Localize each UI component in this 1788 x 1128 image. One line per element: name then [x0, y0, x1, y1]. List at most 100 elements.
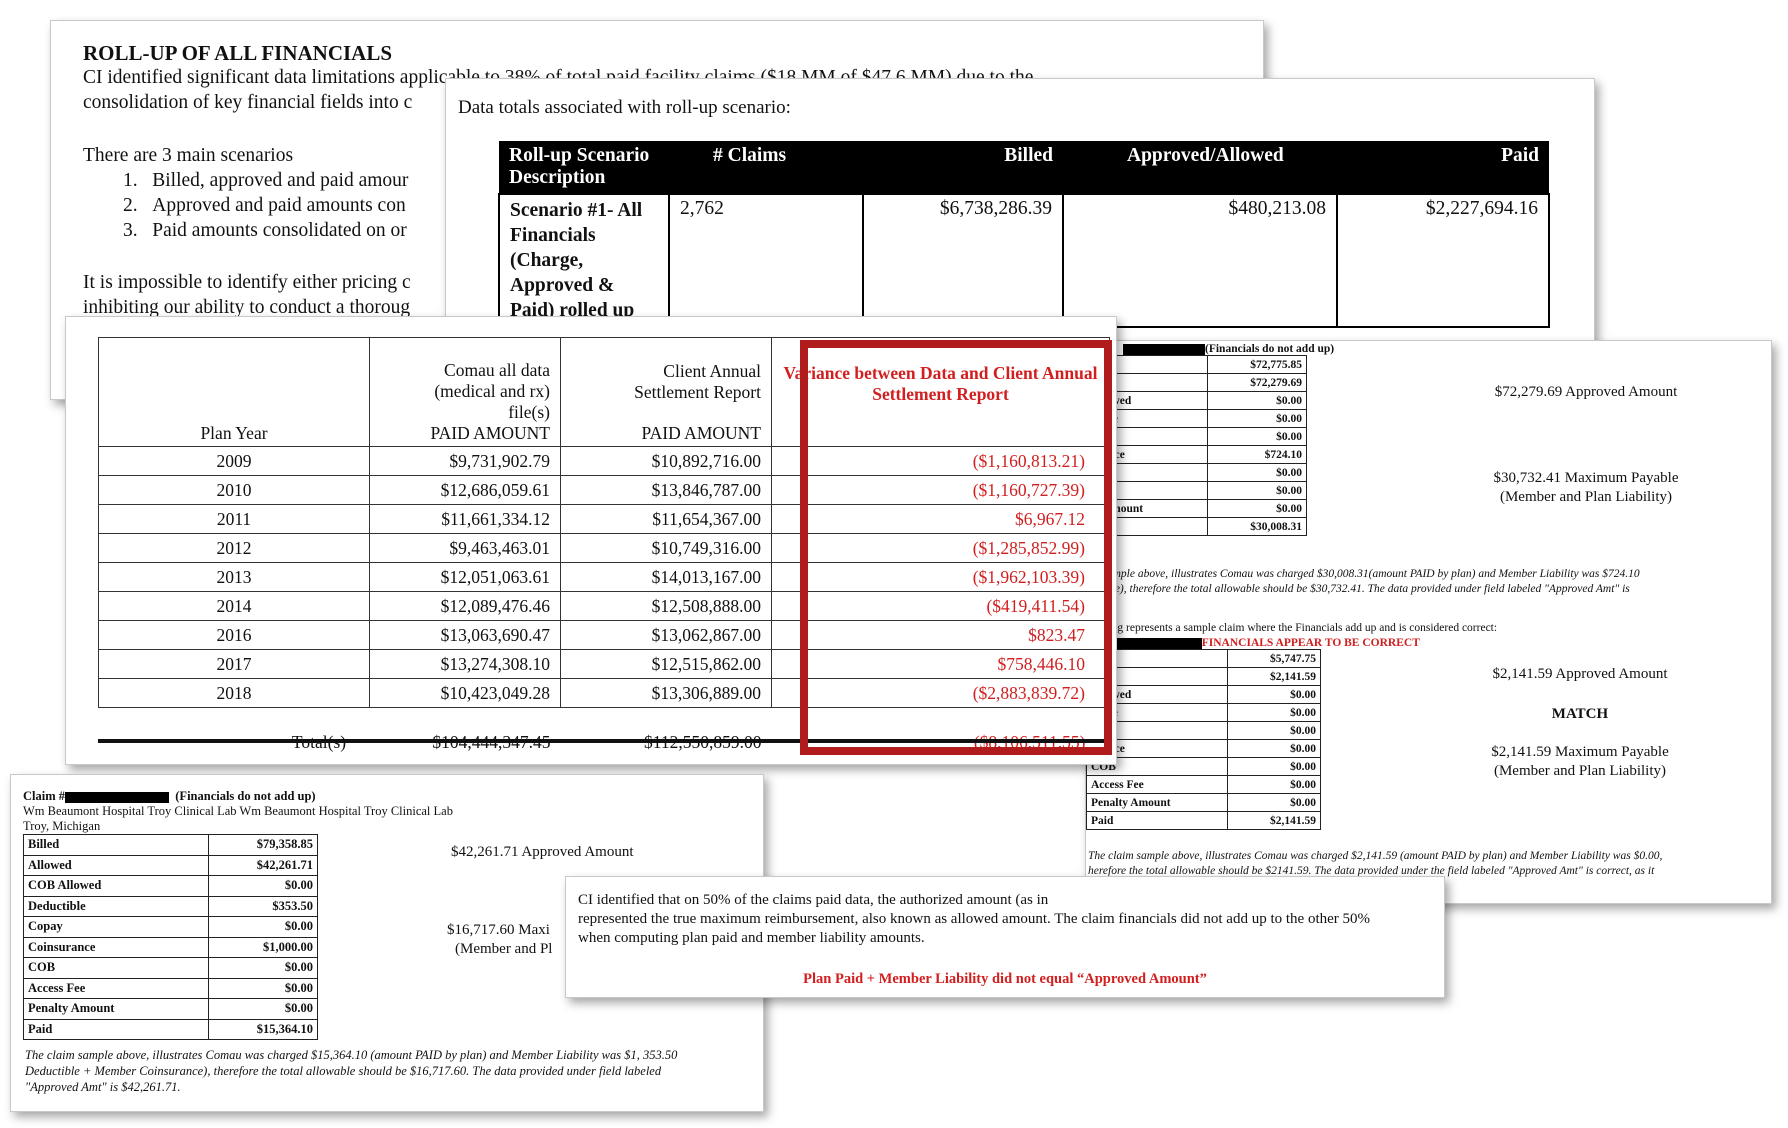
- claim-note: The claim sample above, illustrates Coma…: [25, 1047, 677, 1095]
- claim-field-label: Penalty Amount: [23, 998, 209, 1020]
- claim-field-label: COB: [23, 957, 209, 979]
- claim-row: Coinsurance $1,000.00: [23, 936, 318, 958]
- plan-year-cell: 2012: [98, 533, 370, 563]
- note-line: The claim sample above, illustrates Coma…: [25, 1048, 678, 1062]
- plan-year-cell: 2009: [98, 446, 370, 476]
- note-line: im sample above, illustrates Comau was c…: [1088, 568, 1640, 580]
- variance-highlight-box: [800, 340, 1112, 755]
- claim-row: ed$72,279.69: [1086, 373, 1307, 392]
- client-paid-cell: $11,654,367.00: [560, 504, 772, 534]
- claim-field-label: Access Fee: [23, 977, 209, 999]
- claim-field-value: $0.00: [208, 916, 318, 938]
- claim-field-label: Access Fee: [1086, 775, 1228, 794]
- claim-field-label: Penalty Amount: [1086, 793, 1228, 812]
- claim-field-value: $0.00: [1227, 793, 1321, 812]
- table-row: Scenario #1- All Financials (Charge, App…: [498, 193, 1550, 328]
- claim-row: Penalty Amount $0.00: [23, 998, 318, 1020]
- body-line: CI identified that on 50% of the claims …: [578, 892, 1049, 908]
- correct-title: FINANCIALS APPEAR TO BE CORRECT: [1201, 637, 1420, 649]
- claim-field-value: $30,008.31: [1207, 517, 1307, 536]
- claim-field-value: $0.00: [1227, 703, 1321, 722]
- claim-field-value: $2,141.59: [1227, 667, 1321, 686]
- rollup-totals-table: Roll-up Scenario Description # Claims Bi…: [498, 141, 1550, 328]
- note-line: "Approved Amt" is $42,261.71.: [25, 1080, 181, 1094]
- claim-field-value: $0.00: [1207, 499, 1307, 518]
- annotation-line: (Member and Pl: [455, 941, 553, 957]
- claim-note: im sample above, illustrates Comau was c…: [1088, 567, 1768, 612]
- plan-year-cell: 2014: [98, 591, 370, 621]
- provider-line: Wm Beaumont Hospital Troy Clinical Lab W…: [23, 804, 453, 818]
- plan-year-cell: 2011: [98, 504, 370, 534]
- claim-table-bottom: #FINANCIALS APPEAR TO BE CORRECT $5,747.…: [1086, 637, 1420, 830]
- claim-row: $0.00: [1086, 463, 1307, 482]
- doc-heading: ROLL-UP OF ALL FINANCIALS: [83, 41, 393, 65]
- claim-row: Billed $79,358.85: [23, 834, 318, 856]
- column-header: Roll-up Scenario Description: [499, 141, 669, 194]
- claim-field-value: $0.00: [1227, 685, 1321, 704]
- claim-field-label: Coinsurance: [23, 936, 209, 958]
- claim-field-label: Copay: [23, 916, 209, 938]
- table-intro: Data totals associated with roll-up scen…: [458, 97, 791, 118]
- claim-row: Allowed$0.00: [1086, 391, 1307, 410]
- claim-row: Allowed$0.00: [1086, 685, 1321, 704]
- client-header: Client Annual Settlement Report PAID AMO…: [560, 337, 772, 447]
- claim-row: Deductible $353.50: [23, 895, 318, 917]
- claim-row: ed$2,141.59: [1086, 667, 1321, 686]
- total-label: Total(s): [99, 708, 370, 763]
- claim-field-label: Billed: [23, 834, 209, 856]
- scenario-number: 2.: [123, 195, 138, 216]
- claim-field-value: $72,279.69: [1207, 373, 1307, 392]
- comau-header: Comau all data (medical and rx) file(s) …: [369, 337, 561, 447]
- plan-year-cell: 2013: [98, 562, 370, 592]
- claim-table: Claim # (Financials do not add up) Wm Be…: [23, 789, 453, 1040]
- column-header: Approved/Allowed: [1063, 141, 1337, 194]
- claim-row: Paid $2,141.59: [1086, 811, 1321, 830]
- client-header-sub: PAID AMOUNT: [641, 423, 761, 443]
- claim-field-label: Allowed: [23, 854, 209, 876]
- column-header: Paid: [1337, 141, 1549, 194]
- claim-field-value: $353.50: [208, 895, 318, 917]
- note-line: 9.69.: [1088, 597, 1768, 612]
- body-line: when computing plan paid and member liab…: [578, 930, 925, 946]
- claim-row: Allowed $42,261.71: [23, 854, 318, 876]
- plan-year-header: Plan Year: [98, 337, 370, 447]
- scenario-number: 3.: [123, 220, 138, 241]
- total-client: $112,550,859.00: [561, 708, 772, 763]
- comau-paid-cell: $10,423,049.28: [369, 678, 561, 708]
- claim-field-value: $724.10: [1207, 445, 1307, 464]
- claim-samples-document: (Financials do not add up) $72,775.85ed$…: [1085, 340, 1772, 904]
- claim-field-value: $79,358.85: [208, 834, 318, 856]
- claims-cell: 2,762: [668, 193, 864, 328]
- claim-title-text: (Financials do not add up): [1205, 343, 1335, 355]
- claim-field-value: $72,775.85: [1207, 355, 1307, 374]
- claim-field-value: $0.00: [1227, 739, 1321, 758]
- column-header: Billed: [863, 141, 1063, 194]
- claim-row: y$0.00: [1086, 427, 1307, 446]
- claim-field-value: $0.00: [208, 875, 318, 897]
- plan-year-cell: 2017: [98, 649, 370, 679]
- claim-row: Access Fee $0.00: [1086, 775, 1321, 794]
- claim-field-value: $0.00: [1207, 481, 1307, 500]
- claim-field-value: $0.00: [208, 998, 318, 1020]
- claim-field-value: $0.00: [208, 977, 318, 999]
- claim-field-value: $15,364.10: [208, 1018, 318, 1040]
- claim-row: COB Allowed $0.00: [23, 875, 318, 897]
- claim-row: $5,747.75: [1086, 649, 1321, 668]
- conclusion-body: CI identified that on 50% of the claims …: [578, 891, 1428, 948]
- paragraph-line: It is impossible to identify either pric…: [83, 272, 411, 293]
- claim-row: $30,008.31: [1086, 517, 1307, 536]
- comau-paid-cell: $13,063,690.47: [369, 620, 561, 650]
- comau-header-sub: PAID AMOUNT: [430, 423, 550, 443]
- billed-cell: $6,738,286.39: [862, 193, 1064, 328]
- plan-year-cell: 2018: [98, 678, 370, 708]
- claim-row: y$0.00: [1086, 721, 1321, 740]
- max-payable-annotation: $16,717.60 Maxi (Member and Pl: [447, 921, 552, 959]
- note-line: Deductible + Member Coinsurance), theref…: [25, 1064, 662, 1078]
- client-paid-cell: $13,306,889.00: [560, 678, 772, 708]
- comau-paid-cell: $9,463,463.01: [369, 533, 561, 563]
- claim-field-label: Deductible: [23, 895, 209, 917]
- client-paid-cell: $12,515,862.00: [560, 649, 772, 679]
- redacted-claim-number: [65, 791, 170, 803]
- claim-field-value: $42,261.71: [208, 854, 318, 876]
- max-payable-annotation: $30,732.41 Maximum Payable (Member and P…: [1466, 469, 1706, 507]
